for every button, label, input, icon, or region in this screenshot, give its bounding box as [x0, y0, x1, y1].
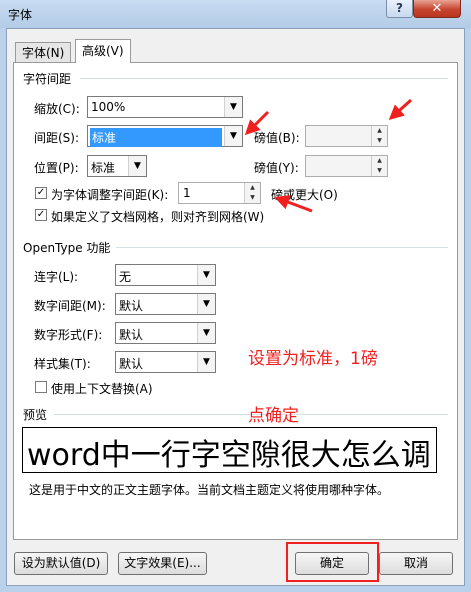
arrow-to-kerning-spinner — [274, 195, 313, 213]
tab-advanced[interactable]: 高级(V) — [75, 39, 131, 63]
arrow-to-spacing-by — [388, 98, 413, 121]
arrow-to-spacing-select — [244, 110, 270, 136]
annotation-arrows — [244, 98, 413, 213]
